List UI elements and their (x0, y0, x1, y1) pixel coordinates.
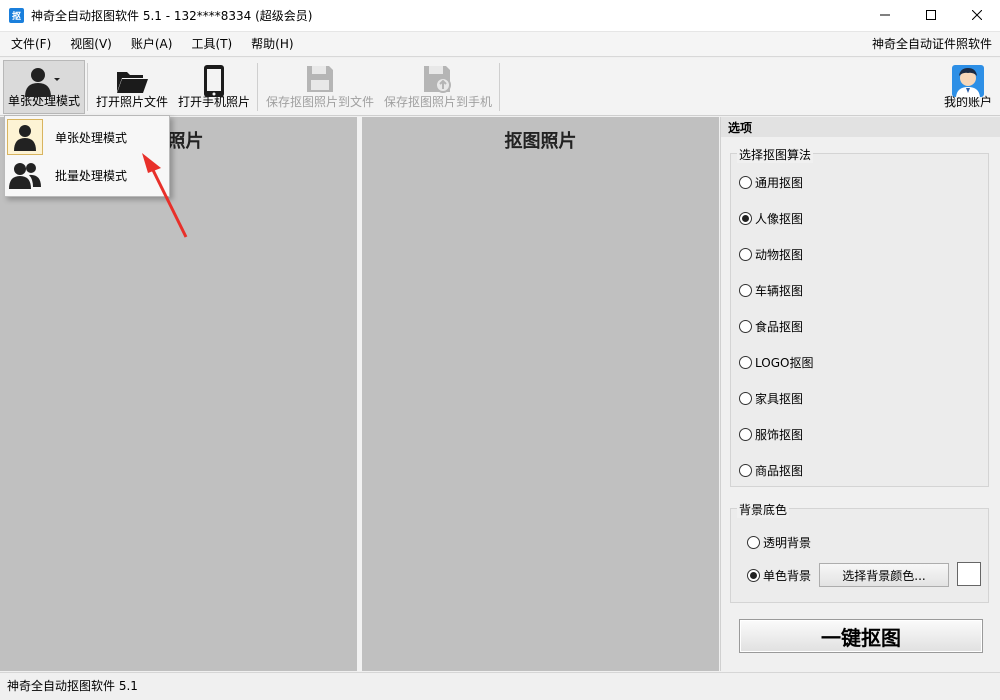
algorithm-label: 家具抠图 (755, 392, 804, 406)
one-key-cutout-button[interactable]: 一键抠图 (739, 619, 983, 653)
close-button[interactable] (954, 0, 1000, 30)
open-file-button[interactable]: 打开照片文件 (94, 60, 170, 114)
bg-transparent-radio[interactable]: 透明背景 (747, 534, 811, 551)
toolbar-separator (257, 63, 258, 111)
minimize-button[interactable] (862, 0, 908, 30)
radio-circle[interactable] (739, 428, 752, 441)
save-to-phone-label: 保存抠图照片到手机 (383, 95, 492, 109)
algorithm-label: LOGO抠图 (755, 356, 814, 370)
radio-circle[interactable] (739, 464, 752, 477)
save-icon (307, 66, 333, 92)
cutout-photo-title: 抠图照片 (504, 131, 577, 152)
algorithm-label: 通用抠图 (755, 176, 804, 190)
save-to-file-label: 保存抠图照片到文件 (265, 95, 374, 109)
algorithm-radio[interactable]: 动物抠图 (739, 246, 803, 263)
phone-icon (204, 65, 224, 97)
options-header: 选项 (721, 117, 1000, 137)
radio-circle[interactable] (739, 176, 752, 189)
algorithm-radio[interactable]: 商品抠图 (739, 462, 803, 479)
save-to-file-button[interactable]: 保存抠图照片到文件 (263, 60, 377, 114)
my-account-button[interactable]: 我的账户 (940, 60, 996, 114)
minimize-icon (880, 14, 890, 16)
menu-help[interactable]: 帮助(H) (240, 32, 301, 57)
bg-transparent-label: 透明背景 (763, 536, 812, 550)
mode-dropdown: 单张处理模式 批量处理模式 (4, 115, 170, 197)
radio-circle[interactable] (739, 248, 752, 261)
toolbar-separator (87, 63, 88, 111)
avatar-icon (952, 65, 984, 97)
algorithm-label: 食品抠图 (755, 320, 804, 334)
algorithm-radio[interactable]: 家具抠图 (739, 390, 803, 407)
save-to-phone-button[interactable]: 保存抠图照片到手机 (381, 60, 495, 114)
radio-circle[interactable] (739, 212, 752, 225)
options-panel: 选项 选择抠图算法 通用抠图人像抠图动物抠图车辆抠图食品抠图 LOGO抠图 家具抠图… (720, 117, 1000, 671)
close-icon (972, 10, 982, 20)
person-icon (25, 68, 60, 97)
window-controls (862, 0, 1000, 30)
algorithm-radio[interactable]: 食品抠图 (739, 318, 803, 335)
single-mode-button[interactable]: 单张处理模式 (3, 60, 85, 114)
maximize-icon (926, 10, 936, 20)
algorithm-label: 动物抠图 (755, 248, 804, 262)
id-photo-software-link[interactable]: 神奇全自动证件照软件 (872, 32, 992, 57)
bg-color-swatch[interactable] (957, 562, 981, 586)
app-icon: 抠 (9, 8, 24, 23)
dropdown-item-single-mode[interactable]: 单张处理模式 (7, 119, 167, 155)
algorithm-radio[interactable]: 通用抠图 (739, 174, 803, 191)
algorithm-label: 人像抠图 (755, 212, 804, 226)
window-title: 神奇全自动抠图软件 5.1 - 132****8334 (超级会员) (31, 9, 313, 23)
title-bar: 抠 神奇全自动抠图软件 5.1 - 132****8334 (超级会员) (0, 0, 1000, 32)
algorithm-label: 服饰抠图 (755, 428, 804, 442)
folder-icon (117, 72, 148, 93)
bg-solid-radio[interactable]: 单色背景 (747, 567, 811, 584)
original-photo-pane[interactable]: 照片 (0, 117, 357, 671)
status-bar: 神奇全自动抠图软件 5.1 (0, 672, 1000, 700)
algorithm-radio[interactable]: 人像抠图 (739, 210, 803, 227)
menu-view[interactable]: 视图(V) (59, 32, 120, 57)
toolbar-separator (499, 63, 500, 111)
bg-solid-label: 单色背景 (763, 569, 812, 583)
open-phone-button[interactable]: 打开手机照片 (176, 60, 252, 114)
dropdown-item-label: 批量处理模式 (55, 168, 128, 183)
menu-bar: 文件(F) 视图(V) 账户(A) 工具(T) 帮助(H) 神奇全自动证件照软件 (0, 32, 1000, 57)
maximize-button[interactable] (908, 0, 954, 30)
algorithm-group-title: 选择抠图算法 (737, 146, 814, 163)
background-group-title: 背景底色 (737, 501, 790, 518)
algorithm-radio[interactable]: LOGO抠图 (739, 354, 813, 371)
people-icon (7, 157, 43, 193)
algorithm-label: 商品抠图 (755, 464, 804, 478)
algorithm-label: 车辆抠图 (755, 284, 804, 298)
radio-circle[interactable] (739, 356, 752, 369)
radio-circle[interactable] (739, 320, 752, 333)
algorithm-radio[interactable]: 车辆抠图 (739, 282, 803, 299)
background-groupbox: 背景底色 透明背景 单色背景 选择背景颜色... (730, 501, 989, 603)
cutout-photo-pane[interactable]: 抠图照片 (362, 117, 719, 671)
menu-tools[interactable]: 工具(T) (180, 32, 240, 57)
radio-circle[interactable] (747, 536, 760, 549)
menu-account[interactable]: 账户(A) (120, 32, 181, 57)
person-icon (7, 119, 43, 155)
radio-circle[interactable] (747, 569, 760, 582)
algorithm-radio[interactable]: 服饰抠图 (739, 426, 803, 443)
dropdown-item-batch-mode[interactable]: 批量处理模式 (7, 157, 167, 193)
menu-file[interactable]: 文件(F) (0, 32, 59, 57)
dropdown-item-label: 单张处理模式 (55, 130, 128, 145)
radio-circle[interactable] (739, 284, 752, 297)
toolbar: 单张处理模式 打开照片文件 打开手机照片 保存抠图照片到文件 保存抠图照片到手机… (0, 58, 1000, 116)
pick-bg-color-button[interactable]: 选择背景颜色... (819, 563, 949, 587)
algorithm-groupbox: 选择抠图算法 通用抠图人像抠图动物抠图车辆抠图食品抠图 LOGO抠图 家具抠图服饰抠… (730, 146, 989, 487)
save-upload-icon (424, 66, 451, 93)
radio-circle[interactable] (739, 392, 752, 405)
